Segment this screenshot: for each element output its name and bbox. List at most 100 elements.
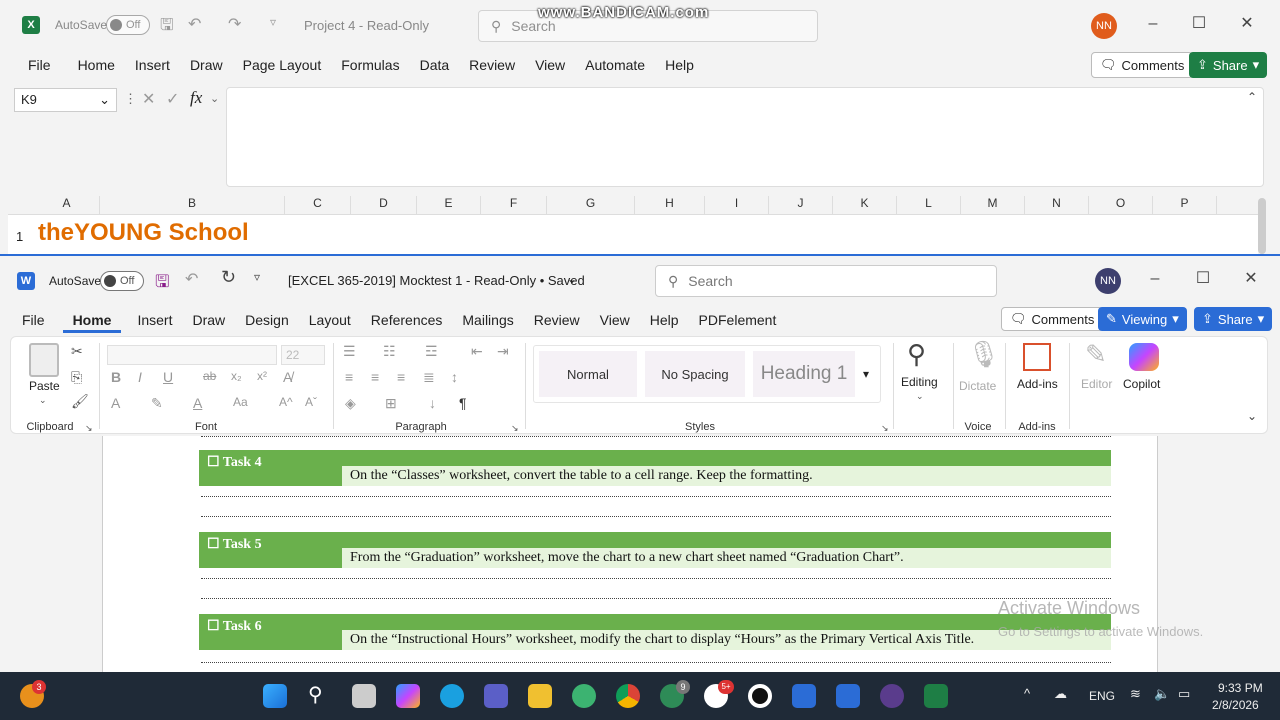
repeat-icon[interactable]: ↻ [221, 267, 236, 288]
file-explorer-icon[interactable] [528, 684, 552, 708]
chevron-down-icon[interactable]: ⌄ [567, 272, 577, 286]
task-view-icon[interactable] [352, 684, 376, 708]
shading-icon[interactable]: ◈ [345, 395, 356, 412]
more-styles-icon[interactable]: ▾ [863, 367, 869, 381]
numbering-icon[interactable]: ☷ [383, 343, 396, 360]
align-right-icon[interactable]: ≡ [397, 369, 405, 385]
word-tab-design[interactable]: Design [235, 312, 299, 333]
name-box[interactable]: K9 ⌄ [14, 88, 117, 112]
word-tab-references[interactable]: References [361, 312, 453, 333]
collapse-ribbon-icon[interactable]: ⌄ [1247, 409, 1257, 423]
paste-button[interactable]: Paste [29, 379, 60, 393]
column-header[interactable]: E [417, 196, 481, 214]
excel-tab-view[interactable]: View [525, 57, 575, 73]
vertical-scrollbar[interactable] [1258, 198, 1266, 254]
minimize-icon[interactable]: – [1145, 269, 1165, 289]
style-normal[interactable]: Normal [539, 351, 637, 397]
excel-tab-draw[interactable]: Draw [180, 57, 233, 73]
show-formatting-marks-icon[interactable]: ¶ [459, 395, 467, 411]
column-header[interactable]: N [1025, 196, 1089, 214]
dictate-button[interactable]: Dictate [959, 379, 996, 393]
record-icon[interactable] [748, 684, 772, 708]
shrink-font-icon[interactable]: Aˇ [305, 395, 317, 409]
word-tab-pdfelement[interactable]: PDFelement [689, 312, 787, 333]
column-header[interactable]: J [769, 196, 833, 214]
close-icon[interactable]: ✕ [1237, 14, 1257, 34]
excel-comments-button[interactable]: 🗨 Comments [1091, 52, 1194, 78]
font-name-field[interactable] [107, 345, 277, 365]
column-header[interactable]: O [1089, 196, 1153, 214]
insert-function-icon[interactable]: fx [190, 88, 202, 108]
chevron-down-icon[interactable]: ⌄ [916, 391, 924, 402]
excel-tab-home[interactable]: Home [61, 57, 125, 73]
word-autosave-toggle[interactable]: Off [100, 271, 144, 291]
font-size-field[interactable]: 22 [281, 345, 325, 365]
word-document-title[interactable]: [EXCEL 365-2019] Mocktest 1 - Read-Only … [288, 273, 585, 288]
italic-icon[interactable]: I [138, 369, 142, 385]
word-tab-review[interactable]: Review [524, 312, 590, 333]
clear-formatting-icon[interactable]: A̸ [283, 369, 292, 385]
save-icon[interactable]: 🖫 [160, 14, 174, 41]
clock-time[interactable]: 9:33 PM [1218, 681, 1263, 695]
word-tab-home[interactable]: Home [62, 312, 122, 333]
column-header[interactable]: B [100, 196, 285, 214]
copilot-button[interactable]: Copilot [1123, 377, 1160, 391]
excel-tab-help[interactable]: Help [655, 57, 704, 73]
excel-document-title[interactable]: Project 4 - Read-Only [304, 18, 429, 33]
word-tab-layout[interactable]: Layout [299, 312, 361, 333]
battery-icon[interactable]: ▭ [1178, 686, 1190, 702]
increase-indent-icon[interactable]: ⇥ [497, 343, 509, 360]
app-icon[interactable] [792, 684, 816, 708]
word-taskbar-icon[interactable] [836, 684, 860, 708]
cancel-icon[interactable]: ✕ [142, 89, 155, 109]
column-header[interactable]: G [547, 196, 635, 214]
save-icon[interactable]: 🖫 [155, 269, 169, 298]
borders-icon[interactable]: ⊞ [385, 395, 397, 412]
excel-tab-review[interactable]: Review [459, 57, 525, 73]
more-options-icon[interactable]: ⋮ [124, 91, 137, 107]
column-header[interactable]: M [961, 196, 1025, 214]
word-comments-button[interactable]: 🗨 Comments [1001, 307, 1104, 331]
word-tab-mailings[interactable]: Mailings [452, 312, 523, 333]
excel-tab-data[interactable]: Data [410, 57, 460, 73]
change-case-icon[interactable]: Aa [233, 395, 248, 409]
column-header[interactable]: F [481, 196, 547, 214]
teams-icon[interactable] [484, 684, 508, 708]
column-header[interactable]: L [897, 196, 961, 214]
editing-button[interactable]: Editing [901, 375, 938, 389]
start-icon[interactable] [263, 684, 287, 708]
customize-qat-icon[interactable]: ▿ [254, 270, 260, 284]
corner-cell[interactable] [8, 196, 34, 214]
cloud-icon[interactable]: ☁ [1054, 686, 1067, 702]
close-icon[interactable]: ✕ [1241, 269, 1261, 289]
chevron-down-icon[interactable]: ⌄ [39, 395, 47, 406]
sort-icon[interactable]: ↓ [429, 395, 436, 411]
underline-icon[interactable]: U [163, 369, 173, 385]
editor-button[interactable]: Editor [1081, 377, 1112, 391]
bullets-icon[interactable]: ☰ [343, 343, 356, 360]
app-icon[interactable] [572, 684, 596, 708]
paste-icon[interactable] [29, 343, 59, 377]
collapse-formula-bar-icon[interactable]: ⌃ [1247, 90, 1257, 104]
style-heading-1[interactable]: Heading 1 [753, 351, 855, 397]
wifi-icon[interactable]: ≋ [1130, 686, 1141, 702]
cell-a1-school-name[interactable]: theYOUNG School [38, 219, 249, 247]
word-tab-file[interactable]: File [12, 312, 55, 333]
formula-bar[interactable] [226, 87, 1264, 187]
grow-font-icon[interactable]: A^ [279, 395, 293, 409]
maximize-icon[interactable]: ☐ [1189, 14, 1209, 34]
line-spacing-icon[interactable]: ↕ [451, 369, 458, 385]
strikethrough-icon[interactable]: ab [203, 369, 216, 383]
customize-qat-icon[interactable]: ▿ [270, 15, 276, 29]
excel-tab-page-layout[interactable]: Page Layout [233, 57, 332, 73]
cut-icon[interactable]: ✂ [71, 343, 83, 360]
chevron-down-icon[interactable]: ⌄ [210, 92, 219, 105]
add-ins-button[interactable]: Add-ins [1017, 377, 1058, 391]
excel-share-button[interactable]: ⇪ Share ▾ [1189, 52, 1268, 78]
word-search-box[interactable]: ⚲ Search [655, 265, 997, 297]
column-header[interactable]: I [705, 196, 769, 214]
multilevel-list-icon[interactable]: ☲ [425, 343, 438, 360]
language-indicator[interactable]: ENG [1089, 689, 1115, 703]
bold-icon[interactable]: B [111, 369, 121, 385]
highlight-icon[interactable]: ✎ [151, 395, 163, 412]
